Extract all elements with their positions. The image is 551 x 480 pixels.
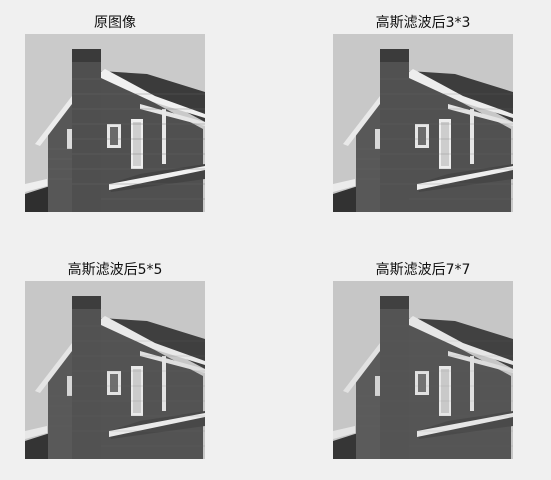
panel-title: 高斯滤波后7*7 [375, 262, 471, 278]
house-image-gaussian-3x3 [333, 34, 513, 212]
house-image [333, 281, 513, 459]
house-image-gaussian-5x5 [25, 281, 205, 459]
house-image [25, 281, 205, 459]
house-image-gaussian-7x7 [333, 281, 513, 459]
panel-title: 原图像 [94, 15, 136, 31]
house-image [333, 34, 513, 212]
house-image-original [25, 34, 205, 212]
house-image [25, 34, 205, 212]
panel-title: 高斯滤波后5*5 [67, 262, 163, 278]
panel-title: 高斯滤波后3*3 [375, 15, 471, 31]
